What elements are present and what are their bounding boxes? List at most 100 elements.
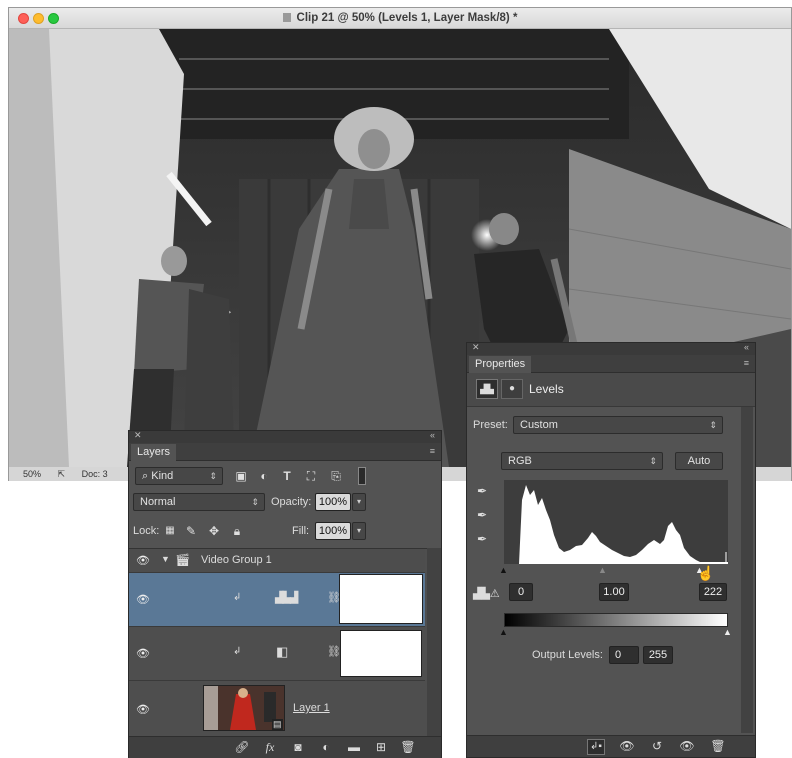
visibility-eye-icon[interactable]: 👁︎ (135, 703, 151, 716)
close-icon[interactable]: ✕ (472, 342, 480, 353)
input-gamma-slider[interactable]: ▲ (598, 565, 607, 575)
lock-position-move-icon[interactable]: ✥ (207, 523, 221, 539)
zoom-level[interactable]: 50% (23, 469, 41, 479)
preset-select[interactable]: Custom ⇕ (513, 416, 723, 434)
visibility-eye-icon[interactable]: 👁︎ (135, 554, 151, 567)
minimize-window-button[interactable] (33, 13, 44, 24)
collapse-icon[interactable]: « (744, 342, 749, 352)
opacity-input[interactable]: 100% (315, 493, 351, 511)
window-titlebar[interactable]: Clip 21 @ 50% (Levels 1, Layer Mask/8) * (9, 8, 791, 29)
visibility-eye-icon[interactable]: 👁︎ (135, 593, 151, 606)
properties-scrollbar[interactable] (741, 407, 753, 733)
layer-name[interactable]: Video Group 1 (201, 554, 272, 566)
output-white-field[interactable]: 255 (643, 646, 673, 664)
layer-row-levels[interactable]: 👁︎ ↲ ▟▙▟ ⛓︎ (129, 573, 425, 627)
histogram (504, 480, 728, 564)
black-eyedropper-icon[interactable]: ✒ (474, 483, 490, 499)
type-filter-icon[interactable]: T (279, 468, 295, 484)
layer-mask-thumbnail[interactable] (339, 574, 423, 624)
auto-button[interactable]: Auto (675, 452, 723, 470)
panel-menu-icon[interactable]: ≡ (430, 446, 435, 456)
panel-header[interactable]: ✕ « (467, 342, 755, 355)
white-eyedropper-icon[interactable]: ✒ (474, 531, 490, 547)
view-previous-state-icon[interactable]: 👁︎ (618, 739, 636, 753)
adjustment-title: Levels (529, 382, 564, 396)
lock-label: Lock: (133, 525, 160, 537)
pixel-filter-icon[interactable]: ▣ (233, 468, 249, 484)
chevron-updown-icon: ⇕ (209, 471, 217, 481)
fill-label: Fill: (292, 525, 310, 537)
input-white-field[interactable]: 222 (699, 583, 727, 601)
new-adjustment-icon[interactable]: ◐ (317, 740, 335, 754)
input-gamma-field[interactable]: 1.00 (599, 583, 629, 601)
document-icon (282, 13, 291, 22)
tab-layers[interactable]: Layers (131, 444, 177, 461)
reset-icon[interactable]: ↺ (648, 739, 666, 753)
panel-menu-icon[interactable]: ≡ (744, 358, 749, 368)
properties-bottom-toolbar: ↲▪ 👁︎ ↺ 👁︎ 🗑︎ (467, 735, 755, 757)
video-badge-icon: ▤ (272, 719, 283, 730)
collapse-icon[interactable]: « (430, 430, 435, 440)
doc-size[interactable]: Doc: 3 (82, 469, 108, 479)
preset-label: Preset: (473, 419, 508, 431)
gray-eyedropper-icon[interactable]: ✒ (474, 507, 490, 523)
adjustment-filter-icon[interactable]: ◐ (256, 468, 272, 484)
video-group-icon: 🎬︎ (175, 553, 191, 567)
panel-header[interactable]: ✕ « (129, 430, 441, 443)
opacity-label: Opacity: (271, 496, 312, 508)
layers-scrollbar[interactable] (427, 548, 441, 736)
opacity-dropdown-button[interactable]: ▾ (352, 493, 366, 511)
clip-to-layer-icon[interactable]: ↲▪ (587, 739, 605, 755)
mask-icon[interactable]: ● (501, 379, 523, 399)
tab-properties[interactable]: Properties (469, 356, 532, 373)
layers-list: 👁︎ ▼ 🎬︎ Video Group 1 👁︎ ↲ ▟▙▟ ⛓︎ 👁︎ ↲ ◧… (129, 548, 427, 737)
layer-row-brightness-contrast[interactable]: 👁︎ ↲ ◧ ⛓︎ (129, 627, 425, 681)
channel-select[interactable]: RGB ⇕ (501, 452, 663, 470)
mask-link-icon[interactable]: ⛓︎ (327, 591, 341, 604)
visibility-eye-icon[interactable]: 👁︎ (135, 647, 151, 660)
layer-name[interactable]: Layer 1 (293, 702, 330, 714)
levels-histogram-icon: ▟▙▟ (275, 592, 298, 604)
new-group-folder-icon[interactable]: ▬ (345, 740, 363, 754)
blend-mode-select[interactable]: Normal ⇕ (133, 493, 265, 511)
properties-tabbar: Properties ≡ (467, 355, 755, 373)
filter-toggle-switch[interactable] (358, 467, 366, 485)
add-mask-icon[interactable]: ◙ (289, 740, 307, 754)
fill-dropdown-button[interactable]: ▾ (352, 522, 366, 540)
clipping-warning-icon[interactable]: ▟▙⚠ (473, 587, 500, 600)
layer-row-layer-1[interactable]: 👁︎ ▤ Layer 1 (129, 681, 425, 737)
input-black-slider[interactable]: ▲ (499, 565, 508, 575)
filter-kind-select[interactable]: ⌕ Kind ⇕ (135, 467, 223, 485)
link-layers-icon[interactable]: 🔗︎ (233, 740, 251, 754)
new-layer-icon[interactable]: ⊞ (372, 740, 390, 754)
output-white-slider[interactable]: ▲ (723, 627, 732, 637)
layer-style-fx-icon[interactable]: fx (261, 740, 279, 755)
input-black-field[interactable]: 0 (509, 583, 533, 601)
output-levels-label: Output Levels: (532, 649, 603, 661)
output-gradient-bar (504, 613, 728, 627)
toggle-visibility-eye-icon[interactable]: 👁︎ (678, 739, 696, 753)
lock-transparent-icon[interactable]: ▦ (163, 523, 177, 539)
expand-triangle-icon[interactable]: ▼ (161, 554, 170, 564)
fill-input[interactable]: 100% (315, 522, 351, 540)
layer-row-video-group[interactable]: 👁︎ ▼ 🎬︎ Video Group 1 (129, 549, 425, 573)
layers-tabbar: Layers ≡ (129, 443, 441, 461)
search-icon: ⌕ (142, 470, 149, 482)
share-icon[interactable]: ⇱ (58, 469, 66, 479)
lock-pixels-brush-icon[interactable]: ✎ (184, 523, 198, 539)
mouse-cursor-icon: ☝ (697, 565, 715, 581)
shape-filter-icon[interactable]: ⛶ (303, 468, 319, 484)
close-window-button[interactable] (18, 13, 29, 24)
smart-object-filter-icon[interactable]: ⎘ (328, 468, 344, 484)
lock-all-padlock-icon[interactable]: 🔒︎ (230, 523, 244, 539)
layer-mask-thumbnail[interactable] (340, 630, 422, 677)
zoom-window-button[interactable] (48, 13, 59, 24)
mask-link-icon[interactable]: ⛓︎ (327, 645, 341, 658)
channel-value: RGB (508, 455, 532, 467)
output-black-slider[interactable]: ▲ (499, 627, 508, 637)
output-black-field[interactable]: 0 (609, 646, 639, 664)
levels-adjustment-icon[interactable]: ▟▙ (476, 379, 498, 399)
close-icon[interactable]: ✕ (134, 430, 142, 441)
delete-adjustment-trash-icon[interactable]: 🗑︎ (709, 739, 727, 753)
delete-layer-trash-icon[interactable]: 🗑︎ (399, 740, 417, 754)
